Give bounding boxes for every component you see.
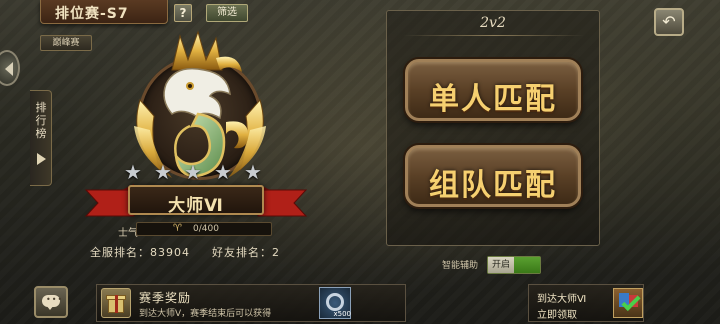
chevron-left-icon <box>5 62 13 76</box>
morale-label: 士气 <box>118 228 138 239</box>
star-icon: ★ <box>244 160 262 184</box>
team-match-button[interactable]: 组队匹配 <box>405 145 581 207</box>
peak-match-button[interactable]: 巅峰赛 <box>40 35 92 51</box>
gift-icon <box>101 288 131 318</box>
rank-stars: ★ ★ ★ ★ ★ <box>124 162 272 182</box>
chat-dots: ••• <box>46 295 64 304</box>
star-icon: ★ <box>214 160 232 184</box>
reward-description: 到达大师Ⅴ，赛季结束后可以获得 <box>139 309 272 319</box>
solo-match-button[interactable]: 单人匹配 <box>405 59 581 121</box>
friend-rank-value: 2 <box>272 246 280 259</box>
master-reward-claim: 立即领取 <box>537 310 577 321</box>
morale-value: 0/400 <box>193 224 219 234</box>
toggle-state-label: 开启 <box>488 257 514 273</box>
team-match-label: 组队匹配 <box>429 168 557 203</box>
background-texture <box>0 0 720 324</box>
friend-rank-label: 好友排名： <box>212 246 272 259</box>
server-rank-value: 83904 <box>150 246 190 259</box>
help-button[interactable]: ? <box>174 4 192 22</box>
ranking-tab[interactable]: 排行榜 <box>30 90 52 186</box>
play-arrow-icon <box>37 153 46 165</box>
ranking-tab-label: 排行榜 <box>35 101 47 140</box>
master-reward-condition: 到达大师Ⅵ <box>537 294 587 305</box>
morale-progress-bar: ♈ 0/400 <box>136 222 272 236</box>
friend-rank: 好友排名：2 <box>212 246 280 259</box>
reward-title: 赛季奖励 <box>139 291 192 305</box>
claim-reward-icon[interactable] <box>613 288 643 318</box>
star-icon: ★ <box>124 160 142 184</box>
reward-item-quantity: x500 <box>333 310 351 318</box>
rank-banner: 大师Ⅵ <box>82 182 310 222</box>
smart-assist-toggle[interactable]: 开启 <box>487 256 541 274</box>
star-icon: ★ <box>154 160 172 184</box>
season-title: 排位赛-S7 <box>40 0 168 24</box>
divider <box>403 35 585 36</box>
season-reward-panel[interactable]: 赛季奖励 到达大师Ⅴ，赛季结束后可以获得 x500 <box>96 284 406 322</box>
rank-name: 大师Ⅵ <box>168 196 224 216</box>
left-nav-arrow[interactable] <box>0 50 20 86</box>
chat-button[interactable]: ••• <box>34 286 68 318</box>
filter-button[interactable]: 筛选 <box>206 4 248 22</box>
reward-item-icon[interactable]: x500 <box>319 287 351 319</box>
match-panel: 2v2 单人匹配 组队匹配 <box>386 10 600 246</box>
rank-plate: 大师Ⅵ <box>128 185 264 216</box>
back-button[interactable]: ↶ <box>654 8 684 36</box>
server-rank: 全服排名：83904 <box>90 246 190 259</box>
back-arrow-icon: ↶ <box>662 12 676 31</box>
rank-stats: 全服排名：83904 好友排名：2 <box>90 244 280 260</box>
toggle-knob <box>514 257 540 273</box>
star-icon: ★ <box>184 160 202 184</box>
torch-icon: ♈ <box>173 223 182 234</box>
master-reward-panel[interactable]: 到达大师Ⅵ 立即领取 <box>528 284 644 322</box>
server-rank-label: 全服排名： <box>90 246 150 259</box>
smart-assist-label: 智能辅助 <box>442 261 479 271</box>
mode-title: 2v2 <box>480 15 506 31</box>
solo-match-label: 单人匹配 <box>429 82 557 117</box>
